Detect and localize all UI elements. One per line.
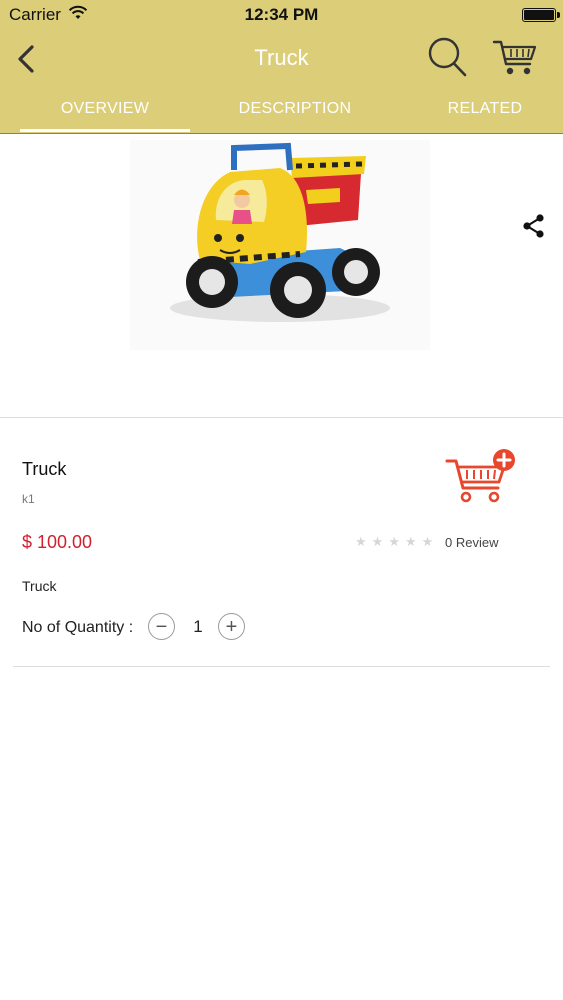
star-icon: ★ xyxy=(388,534,400,549)
tab-bar: OVERVIEW DESCRIPTION RELATED xyxy=(0,90,563,134)
product-price: $ 100.00 xyxy=(22,532,93,552)
divider xyxy=(13,666,550,667)
minus-icon: − xyxy=(155,615,168,638)
quantity-value: 1 xyxy=(193,617,203,636)
review-count[interactable]: 0 Review xyxy=(445,535,498,550)
plus-icon: + xyxy=(225,615,238,638)
status-time: 12:34 PM xyxy=(244,5,319,24)
status-bar: Carrier 12:34 PM xyxy=(0,0,563,30)
add-to-cart-icon xyxy=(445,449,515,503)
search-button[interactable] xyxy=(426,35,468,79)
tab-related[interactable]: RELATED xyxy=(400,100,563,118)
star-icon: ★ xyxy=(421,534,434,549)
share-button[interactable] xyxy=(520,212,548,240)
page-title: Truck xyxy=(254,45,309,70)
cart-button[interactable] xyxy=(492,36,538,78)
tab-overview[interactable]: OVERVIEW xyxy=(20,100,190,118)
star-icon: ★ xyxy=(355,534,367,549)
quantity-label: No of Quantity : xyxy=(22,619,134,636)
battery-icon xyxy=(522,8,560,22)
share-icon xyxy=(523,214,544,238)
product-sku: k1 xyxy=(22,492,35,506)
tab-description[interactable]: DESCRIPTION xyxy=(210,100,380,118)
product-short-description: Truck xyxy=(22,578,57,594)
nav-bar: Truck xyxy=(0,30,563,90)
search-icon xyxy=(428,37,467,77)
add-to-cart-button[interactable] xyxy=(444,448,520,506)
divider xyxy=(0,417,563,418)
increase-quantity-button[interactable]: + xyxy=(218,613,245,640)
decrease-quantity-button[interactable]: − xyxy=(148,613,175,640)
product-name: Truck xyxy=(22,459,67,479)
product-image xyxy=(130,140,430,350)
app-header: Carrier 12:34 PM Truck OVERVIEW DESCRIPT… xyxy=(0,0,563,134)
active-tab-indicator xyxy=(20,129,190,132)
star-icon: ★ xyxy=(404,534,417,549)
rating-stars: ★ ★ ★ ★ ★ xyxy=(355,534,433,550)
cart-icon xyxy=(492,40,537,75)
star-icon: ★ xyxy=(371,534,384,549)
